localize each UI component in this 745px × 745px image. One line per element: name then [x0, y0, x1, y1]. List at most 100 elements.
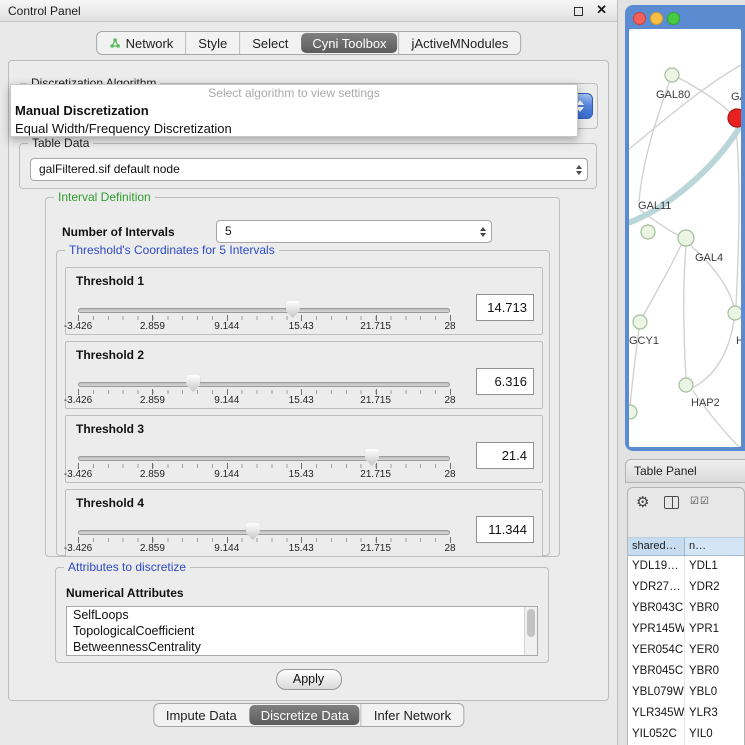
threshold-label: Threshold 4 [76, 496, 144, 510]
gear-icon[interactable]: ⚙ [636, 493, 649, 511]
threshold-value-field[interactable]: 14.713 [476, 294, 534, 321]
slider-scale-label: 21.715 [360, 469, 391, 480]
combo-stepper-icon[interactable] [576, 159, 582, 180]
slider-scale: -3.4262.8599.14415.4321.71528 [78, 469, 450, 481]
table-row[interactable]: YBR043CYBR0 [628, 598, 744, 619]
network-node[interactable] [728, 109, 741, 127]
apply-button[interactable]: Apply [276, 669, 342, 690]
table-cell[interactable]: YLR345W [628, 703, 685, 724]
table-panel-title: Table Panel [634, 464, 697, 478]
threshold-slider[interactable]: -3.4262.8599.14415.4321.71528 [78, 300, 450, 334]
numerical-attribute-item[interactable]: TopologicalCoefficient [67, 623, 537, 639]
table-cell[interactable]: YER0 [685, 640, 744, 661]
slider-track[interactable] [78, 456, 450, 461]
slider-major-tick [376, 463, 377, 469]
network-canvas[interactable]: GAL80GAGAL11GAL4GCY1HHAP2 [629, 29, 741, 447]
tab-discretize-data[interactable]: Discretize Data [250, 705, 360, 725]
table-cell[interactable]: YDL1 [685, 556, 744, 577]
network-node-label: GAL80 [656, 89, 690, 101]
table-cell[interactable]: YPR145W [628, 619, 685, 640]
algorithm-option-manual[interactable]: Manual Discretization [11, 102, 577, 120]
network-node[interactable] [641, 225, 655, 239]
network-node[interactable] [665, 68, 679, 82]
slider-major-tick [152, 463, 153, 469]
table-cell[interactable]: YER054C [628, 640, 685, 661]
threshold-value-field[interactable]: 6.316 [476, 368, 534, 395]
numerical-attribute-item[interactable]: BetweennessCentrality [67, 639, 537, 655]
close-traffic-light-icon[interactable] [633, 12, 646, 25]
table-row[interactable]: YPR145WYPR1 [628, 619, 744, 640]
slider-scale-label: 9.144 [214, 321, 239, 332]
network-node[interactable] [629, 405, 637, 419]
tab-label: Style [198, 36, 227, 51]
table-cell[interactable]: YIL052C [628, 724, 685, 745]
float-window-icon[interactable] [574, 7, 583, 16]
threshold-slider[interactable]: -3.4262.8599.14415.4321.71528 [78, 374, 450, 408]
tab-impute-data[interactable]: Impute Data [154, 704, 249, 726]
tab-label: Network [126, 36, 174, 51]
close-window-icon[interactable]: ✕ [596, 2, 607, 18]
network-node[interactable] [679, 378, 693, 392]
slider-ticks [78, 390, 450, 394]
scrollbar-thumb[interactable] [527, 609, 535, 637]
network-view-window: GAL80GAGAL11GAL4GCY1HHAP2 [625, 5, 745, 451]
table-row[interactable]: YIL052CYIL0 [628, 724, 744, 745]
table-row[interactable]: YBR045CYBR0 [628, 661, 744, 682]
table-cell[interactable]: YBL0 [685, 682, 744, 703]
threshold-panel: Threshold 2 -3.4262.8599.14415.4321.7152… [65, 341, 543, 409]
tab-style[interactable]: Style [185, 32, 239, 54]
slider-track[interactable] [78, 382, 450, 387]
threshold-slider[interactable]: -3.4262.8599.14415.4321.71528 [78, 522, 450, 556]
table-cell[interactable]: YIL0 [685, 724, 744, 745]
table-cell[interactable]: YDL19… [628, 556, 685, 577]
table-cell[interactable]: YLR3 [685, 703, 744, 724]
table-cell[interactable]: YBL079W [628, 682, 685, 703]
number-of-intervals-combo[interactable]: 5 [216, 220, 492, 243]
columns-icon[interactable] [664, 496, 679, 509]
bottom-tabbar: Impute Data Discretize Data Infer Networ… [153, 703, 464, 727]
group-title: Table Data [28, 136, 93, 150]
zoom-traffic-light-icon[interactable] [667, 12, 680, 25]
slider-track[interactable] [78, 308, 450, 313]
column-header-shared-name[interactable]: shared… [628, 537, 685, 556]
numerical-attribute-item[interactable]: SelfLoops [67, 607, 537, 623]
table-panel-titlebar[interactable]: Table Panel [625, 459, 745, 483]
combo-stepper-icon[interactable] [480, 221, 486, 242]
tab-jactivemnodules[interactable]: jActiveMNodules [399, 32, 521, 54]
network-node[interactable] [633, 315, 647, 329]
control-panel-window: Control Panel ✕ Network Style Select Cyn… [0, 0, 618, 745]
table-row[interactable]: YLR345WYLR3 [628, 703, 744, 724]
table-cell[interactable]: YBR045C [628, 661, 685, 682]
cyni-toolbox-panel: Discretization Algorithm Table Data galF… [8, 60, 609, 701]
table-cell[interactable]: YPR1 [685, 619, 744, 640]
list-scrollbar[interactable] [524, 607, 537, 655]
tab-network[interactable]: Network [97, 32, 186, 54]
tab-cyni-toolbox[interactable]: Cyni Toolbox [301, 33, 397, 53]
table-row[interactable]: YBL079WYBL0 [628, 682, 744, 703]
threshold-value-field[interactable]: 11.344 [476, 516, 534, 543]
minimize-traffic-light-icon[interactable] [650, 12, 663, 25]
table-cell[interactable]: YBR0 [685, 661, 744, 682]
network-node[interactable] [728, 306, 741, 320]
threshold-slider[interactable]: -3.4262.8599.14415.4321.71528 [78, 448, 450, 482]
threshold-value-field[interactable]: 21.4 [476, 442, 534, 469]
tab-infer-network[interactable]: Infer Network [361, 704, 463, 726]
table-row[interactable]: YER054CYER0 [628, 640, 744, 661]
table-cell[interactable]: YBR0 [685, 598, 744, 619]
table-data-combo[interactable]: galFiltered.sif default node [30, 158, 588, 181]
numerical-attributes-list[interactable]: SelfLoopsTopologicalCoefficientBetweenne… [66, 606, 538, 656]
slider-scale-label: 28 [444, 469, 455, 480]
algorithm-option-equal-width[interactable]: Equal Width/Frequency Discretization [11, 120, 577, 138]
threshold-label: Threshold 1 [76, 274, 144, 288]
tab-select[interactable]: Select [239, 32, 300, 54]
table-cell[interactable]: YDR2 [685, 577, 744, 598]
table-cell[interactable]: YDR27… [628, 577, 685, 598]
column-header-name[interactable]: n… [685, 537, 744, 556]
slider-track[interactable] [78, 530, 450, 535]
table-row[interactable]: YDL19…YDL1 [628, 556, 744, 577]
control-panel-titlebar[interactable]: Control Panel ✕ [0, 0, 617, 22]
table-row[interactable]: YDR27…YDR2 [628, 577, 744, 598]
network-node[interactable] [678, 230, 694, 246]
select-columns-checkbox-icon[interactable]: ☑☑ [690, 496, 710, 507]
table-cell[interactable]: YBR043C [628, 598, 685, 619]
